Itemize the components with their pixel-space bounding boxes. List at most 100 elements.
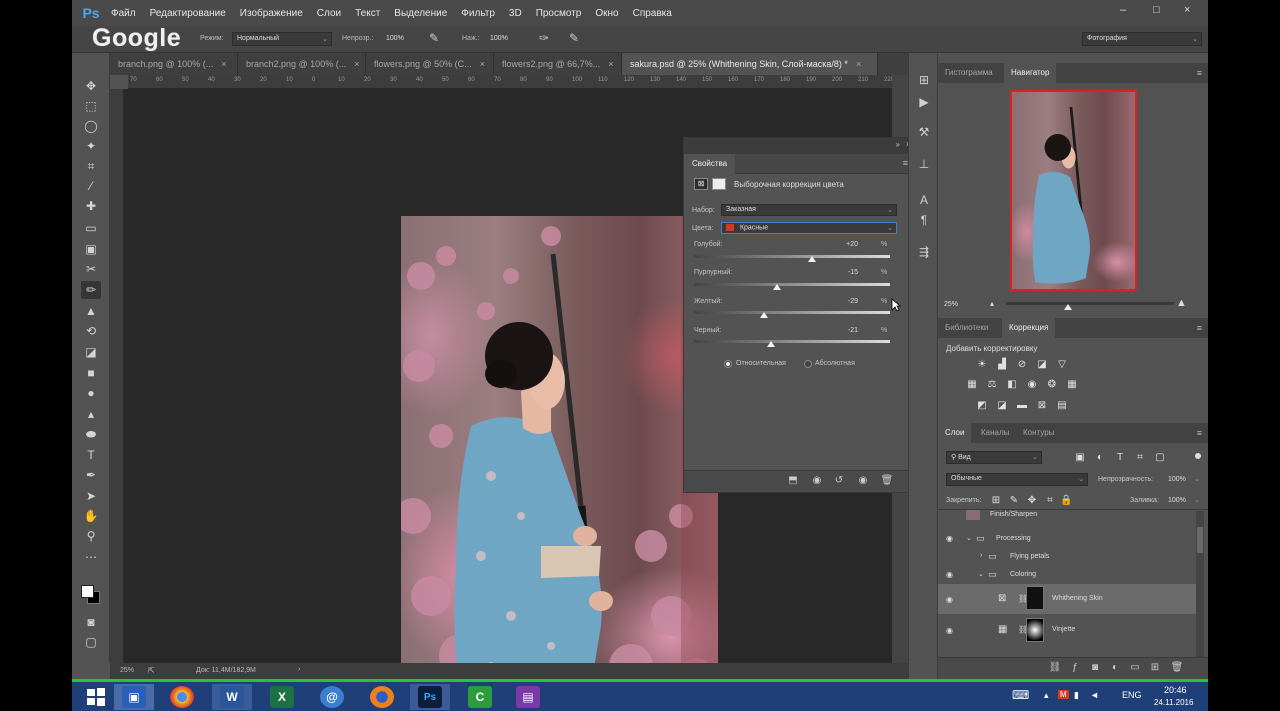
lock-artboard-icon[interactable]: ⌗ [1044, 495, 1056, 507]
character-icon[interactable]: A [916, 193, 932, 209]
menu-window[interactable]: Окно [588, 8, 625, 19]
menu-type[interactable]: Текст [348, 8, 387, 19]
new-adjustment-icon[interactable]: ◐ [1108, 662, 1122, 676]
new-group-icon[interactable]: ▭ [1128, 662, 1142, 676]
history-brush-tool-icon[interactable]: ⟲ [81, 322, 101, 340]
filter-pixel-icon[interactable]: ▣ [1074, 452, 1086, 464]
preset-dropdown[interactable]: Заказная ⌄ [721, 204, 897, 216]
taskbar-firefox[interactable] [362, 684, 402, 710]
gradient-tool-icon[interactable]: ■ [81, 364, 101, 382]
navigator-zoom[interactable]: 25% [944, 301, 958, 308]
close-icon[interactable]: × [856, 59, 861, 69]
mode-dropdown[interactable]: Нормальный ⌄ [232, 32, 332, 46]
layer-row-selected[interactable]: ◉ ⊠ ⛓ Whithening Skin [938, 584, 1196, 614]
zoom-out-icon[interactable]: ▴ [990, 299, 994, 308]
lock-transparent-icon[interactable]: ⊞ [990, 495, 1002, 507]
filter-toggle[interactable] [1195, 453, 1201, 459]
taskbar-camtasia[interactable]: C [460, 684, 500, 710]
photo-filter-icon[interactable]: ◉ [1026, 379, 1038, 391]
screen-mode-icon[interactable]: ▢ [81, 633, 101, 651]
layer-mask-thumbnail[interactable] [1026, 586, 1044, 610]
taskbar-chrome[interactable] [162, 684, 202, 710]
menu-view[interactable]: Просмотр [529, 8, 589, 19]
visibility-eye-icon[interactable]: ◉ [946, 570, 953, 579]
tab-layers[interactable]: Слои [938, 423, 972, 443]
menu-select[interactable]: Выделение [387, 8, 454, 19]
menu-layers[interactable]: Слои [310, 8, 348, 19]
tab-sakura[interactable]: sakura.psd @ 25% (Whithening Skin, Слой-… [622, 53, 878, 75]
slider-handle-black[interactable] [767, 341, 776, 347]
posterize-icon[interactable]: ◪ [996, 400, 1008, 412]
filter-type-icon[interactable]: T [1114, 452, 1126, 464]
tab-paths[interactable]: Контуры [1016, 423, 1061, 443]
slider-value-cyan[interactable]: +20 [834, 241, 858, 248]
tool-presets-icon[interactable]: ⚒ [916, 125, 932, 141]
tray-app-icon[interactable]: M [1058, 690, 1069, 699]
slider-track-magenta[interactable] [694, 283, 890, 286]
tab-adjustments[interactable]: Коррекция [1002, 318, 1056, 338]
panel-menu-icon[interactable]: ≡ [1197, 68, 1202, 78]
delete-layer-icon[interactable]: 🗑 [1170, 662, 1184, 676]
tab-branch2[interactable]: branch2.png @ 100% (... × [238, 53, 366, 75]
tab-libraries[interactable]: Библиотеки [938, 318, 995, 338]
tray-expand-icon[interactable]: ▴ [1044, 690, 1049, 701]
threshold-icon[interactable]: ▬ [1016, 400, 1028, 412]
visibility-eye-icon[interactable]: ◉ [946, 595, 953, 604]
chevron-right-icon[interactable]: › [980, 552, 982, 559]
blur-tool-icon[interactable]: ● [81, 384, 101, 402]
foreground-color-swatch[interactable] [81, 585, 94, 598]
fill-value[interactable]: 100% [1168, 497, 1186, 504]
taskbar-excel[interactable]: X [262, 684, 302, 710]
volume-icon[interactable]: ◄ [1090, 690, 1099, 700]
view-previous-icon[interactable]: ◉ [810, 475, 824, 489]
layer-mask-thumbnail[interactable] [1026, 618, 1044, 642]
lock-all-icon[interactable]: 🔒 [1060, 495, 1072, 507]
invert-icon[interactable]: ◩ [976, 400, 988, 412]
clock-date[interactable]: 24.11.2016 [1154, 698, 1193, 707]
tab-flowers2[interactable]: flowers2.png @ 66,7%... × [494, 53, 622, 75]
layer-filter-dropdown[interactable]: ⚲ Вид ⌄ [946, 451, 1042, 464]
properties-panel-header[interactable]: » × [684, 138, 914, 154]
visibility-eye-icon[interactable]: ◉ [856, 475, 870, 489]
hue-saturation-icon[interactable]: ▦ [966, 379, 978, 391]
slider-handle-yellow[interactable] [759, 312, 768, 318]
pen-tool-icon[interactable]: ✒ [81, 466, 101, 484]
type-tool-icon[interactable]: T [81, 446, 101, 464]
dodge-tool-icon[interactable]: ▴ [81, 405, 101, 423]
close-icon[interactable]: × [480, 59, 485, 69]
healing-tool-icon[interactable]: ✚ [81, 197, 101, 215]
quick-mask-icon[interactable]: ◙ [81, 613, 101, 631]
gradient-map-icon[interactable]: ▤ [1056, 400, 1068, 412]
collapse-icon[interactable]: » [896, 140, 900, 149]
move-tool-icon[interactable]: ✥ [81, 77, 101, 95]
pressure-opacity-icon[interactable]: ✎ [426, 31, 442, 47]
lock-image-icon[interactable]: ✎ [1008, 495, 1020, 507]
zoom-level[interactable]: 25% [120, 667, 134, 674]
tab-branch[interactable]: branch.png @ 100% (... × [110, 53, 238, 75]
clone-stamp-tool-icon[interactable]: ▲ [81, 302, 101, 320]
delete-icon[interactable]: 🗑 [880, 475, 894, 489]
close-icon[interactable]: × [354, 59, 359, 69]
new-layer-icon[interactable]: ⊞ [1148, 662, 1162, 676]
maximize-button[interactable]: □ [1153, 4, 1160, 16]
taskbar-media[interactable]: ▤ [508, 684, 548, 710]
chevron-down-icon[interactable]: ⌄ [966, 534, 972, 542]
selective-color-icon[interactable]: ⊠ [1036, 400, 1048, 412]
brightness-contrast-icon[interactable]: ☀ [976, 359, 988, 371]
zoom-tool-icon[interactable]: ⚲ [81, 527, 101, 545]
start-button[interactable] [76, 684, 116, 710]
slider-track-cyan[interactable] [694, 255, 890, 258]
menu-3d[interactable]: 3D [502, 8, 529, 19]
close-icon[interactable]: × [221, 59, 226, 69]
slider-value-yellow[interactable]: -29 [834, 298, 858, 305]
close-button[interactable]: × [1184, 4, 1190, 16]
add-mask-icon[interactable]: ◙ [1088, 662, 1102, 676]
opacity-value[interactable]: 100% [386, 35, 404, 42]
lock-position-icon[interactable]: ✥ [1026, 495, 1038, 507]
pressure-size-icon[interactable]: ✎ [566, 31, 582, 47]
marquee-tool-icon[interactable]: ⬚ [81, 97, 101, 115]
hand-tool-icon[interactable]: ✋ [81, 507, 101, 525]
layer-group-row[interactable]: › ▭ Flying petals [938, 548, 1196, 566]
visibility-eye-icon[interactable]: ◉ [946, 534, 953, 543]
slider-value-magenta[interactable]: -15 [834, 269, 858, 276]
